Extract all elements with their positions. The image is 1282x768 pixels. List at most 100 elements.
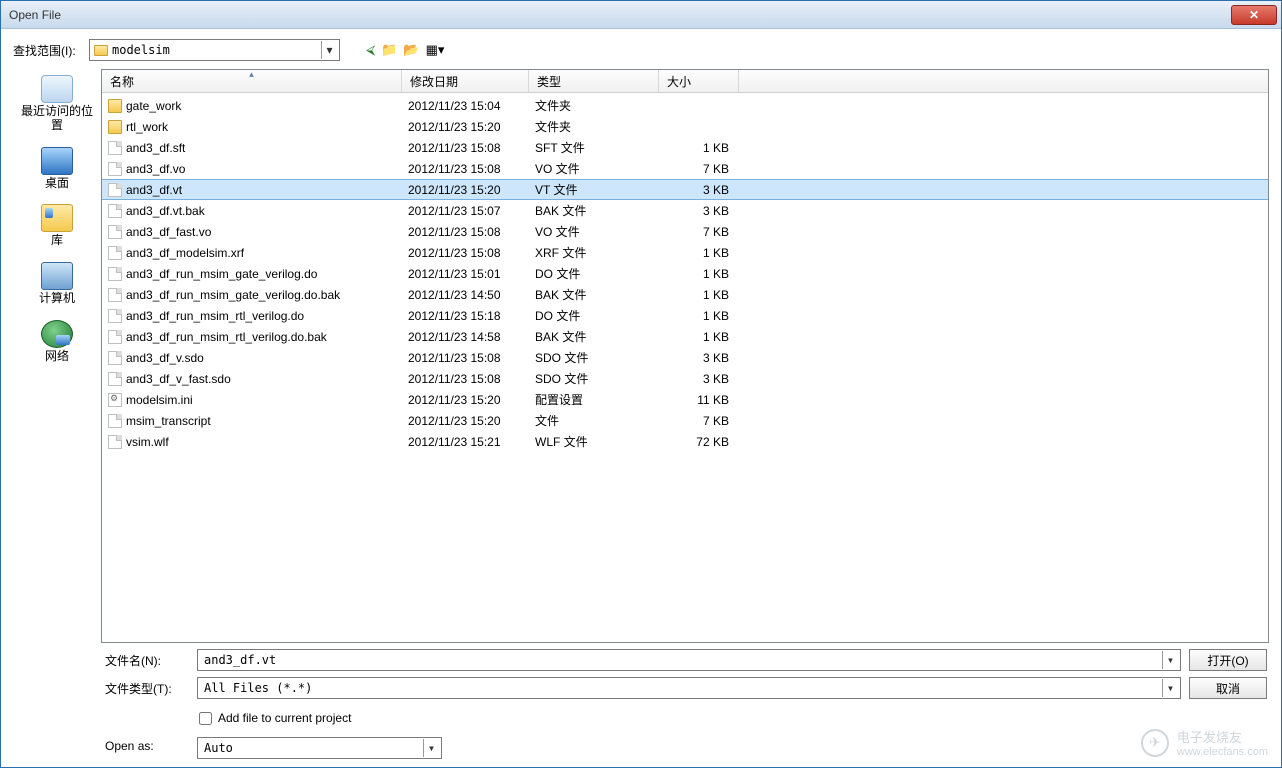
openas-label: Open as: <box>101 739 197 753</box>
place-label: 计算机 <box>21 292 93 306</box>
file-name: and3_df_fast.vo <box>126 225 211 239</box>
file-type: 文件 <box>535 412 665 429</box>
file-icon <box>108 288 122 302</box>
nav-toolbar: ⮘ 📁 📂 ▦▾ <box>366 42 444 58</box>
file-date: 2012/11/23 15:08 <box>408 246 535 260</box>
file-date: 2012/11/23 15:04 <box>408 99 535 113</box>
file-type: BAK 文件 <box>535 328 665 345</box>
filename-input[interactable]: and3_df.vt ▾ <box>197 649 1181 671</box>
file-size: 1 KB <box>665 141 741 155</box>
openas-select[interactable]: Auto ▾ <box>197 737 442 759</box>
cancel-button[interactable]: 取消 <box>1189 677 1267 699</box>
file-icon <box>108 309 122 323</box>
file-name: and3_df_v_fast.sdo <box>126 372 231 386</box>
file-icon <box>108 372 122 386</box>
file-row[interactable]: and3_df_run_msim_gate_verilog.do2012/11/… <box>102 263 1268 284</box>
chevron-down-icon[interactable]: ▾ <box>1162 679 1178 697</box>
place-computer[interactable]: 计算机 <box>21 262 93 306</box>
folder-icon <box>108 99 122 113</box>
add-to-project-checkbox[interactable] <box>199 712 212 725</box>
filetype-value: All Files (*.*) <box>204 681 1162 695</box>
file-date: 2012/11/23 14:50 <box>408 288 535 302</box>
file-row[interactable]: and3_df_run_msim_rtl_verilog.do.bak 2012/… <box>102 326 1268 347</box>
main-row: 最近访问的位置 桌面 库 计算机 网络 <box>13 69 1269 643</box>
file-row[interactable]: and3_df_run_msim_rtl_verilog.do2012/11/2… <box>102 305 1268 326</box>
file-size: 7 KB <box>665 162 741 176</box>
file-row[interactable]: gate_work2012/11/23 15:04文件夹 <box>102 95 1268 116</box>
file-name: and3_df.sft <box>126 141 185 155</box>
file-size: 1 KB <box>665 267 741 281</box>
file-type: BAK 文件 <box>535 286 665 303</box>
file-icon <box>108 267 122 281</box>
open-button[interactable]: 打开(O) <box>1189 649 1267 671</box>
file-name: and3_df_run_msim_gate_verilog.do.bak <box>126 288 340 302</box>
file-date: 2012/11/23 15:20 <box>408 183 535 197</box>
file-name: vsim.wlf <box>126 435 169 449</box>
file-date: 2012/11/23 15:20 <box>408 414 535 428</box>
file-row[interactable]: and3_df_fast.vo2012/11/23 15:08VO 文件7 KB <box>102 221 1268 242</box>
file-list[interactable]: gate_work2012/11/23 15:04文件夹rtl_work2012… <box>102 93 1268 642</box>
file-date: 2012/11/23 14:58 <box>408 330 535 344</box>
file-row[interactable]: rtl_work2012/11/23 15:20文件夹 <box>102 116 1268 137</box>
file-row[interactable]: and3_df_v.sdo2012/11/23 15:08SDO 文件3 KB <box>102 347 1268 368</box>
place-desktop[interactable]: 桌面 <box>21 147 93 191</box>
file-row[interactable]: vsim.wlf2012/11/23 15:21WLF 文件72 KB <box>102 431 1268 452</box>
file-type: SDO 文件 <box>535 349 665 366</box>
file-size: 3 KB <box>665 351 741 365</box>
place-label: 桌面 <box>21 177 93 191</box>
lookup-row: 查找范围(I): modelsim ▾ ⮘ 📁 📂 ▦▾ <box>13 39 1269 61</box>
file-row[interactable]: and3_df_run_msim_gate_verilog.do.bak 2012… <box>102 284 1268 305</box>
file-row[interactable]: modelsim.ini2012/11/23 15:20配置设置11 KB <box>102 389 1268 410</box>
place-libraries[interactable]: 库 <box>21 204 93 248</box>
column-header-name[interactable]: 名称 <box>102 70 402 92</box>
file-name: and3_df_run_msim_rtl_verilog.do.bak <box>126 330 327 344</box>
lookup-label: 查找范围(I): <box>13 42 83 59</box>
back-icon[interactable]: ⮘ <box>366 42 375 58</box>
file-size: 7 KB <box>665 225 741 239</box>
lookup-combo[interactable]: modelsim ▾ <box>89 39 340 61</box>
file-icon <box>108 435 122 449</box>
file-row[interactable]: and3_df.vo2012/11/23 15:08VO 文件7 KB <box>102 158 1268 179</box>
close-button[interactable]: ✕ <box>1231 5 1277 25</box>
folder-icon <box>94 45 108 56</box>
file-size: 7 KB <box>665 414 741 428</box>
chevron-down-icon[interactable]: ▾ <box>321 41 337 59</box>
column-header-size[interactable]: 大小 <box>659 70 739 92</box>
view-menu-icon[interactable]: ▦▾ <box>426 42 445 58</box>
file-row[interactable]: and3_df_modelsim.xrf2012/11/23 15:08XRF … <box>102 242 1268 263</box>
file-name: and3_df_modelsim.xrf <box>126 246 244 260</box>
ini-file-icon <box>108 393 122 407</box>
file-name: and3_df_v.sdo <box>126 351 204 365</box>
place-recent[interactable]: 最近访问的位置 <box>21 75 93 133</box>
chevron-down-icon[interactable]: ▾ <box>423 739 439 757</box>
file-row[interactable]: and3_df.vt2012/11/23 15:20VT 文件3 KB <box>102 179 1268 200</box>
file-size: 72 KB <box>665 435 741 449</box>
file-name: and3_df.vt.bak <box>126 204 205 218</box>
file-type: 配置设置 <box>535 391 665 408</box>
folder-icon <box>108 120 122 134</box>
new-folder-icon[interactable]: 📂 <box>403 42 419 58</box>
file-row[interactable]: and3_df_v_fast.sdo2012/11/23 15:08SDO 文件… <box>102 368 1268 389</box>
file-icon <box>108 351 122 365</box>
file-icon <box>108 204 122 218</box>
up-folder-icon[interactable]: 📁 <box>381 42 397 58</box>
column-header-date[interactable]: 修改日期 <box>402 70 529 92</box>
file-date: 2012/11/23 15:08 <box>408 225 535 239</box>
file-row[interactable]: and3_df.sft2012/11/23 15:08SFT 文件1 KB <box>102 137 1268 158</box>
file-row[interactable]: and3_df.vt.bak2012/11/23 15:07BAK 文件3 KB <box>102 200 1268 221</box>
desktop-icon <box>41 147 73 175</box>
titlebar[interactable]: Open File ✕ <box>1 1 1281 29</box>
file-date: 2012/11/23 15:08 <box>408 162 535 176</box>
chevron-down-icon[interactable]: ▾ <box>1162 651 1178 669</box>
network-icon <box>41 320 73 348</box>
filename-label: 文件名(N): <box>101 652 197 669</box>
libraries-icon <box>41 204 73 232</box>
file-name: modelsim.ini <box>126 393 193 407</box>
file-icon <box>108 330 122 344</box>
column-header-type[interactable]: 类型 <box>529 70 659 92</box>
place-network[interactable]: 网络 <box>21 320 93 364</box>
filetype-select[interactable]: All Files (*.*) ▾ <box>197 677 1181 699</box>
dialog-body: 查找范围(I): modelsim ▾ ⮘ 📁 📂 ▦▾ 最近访问的位置 <box>1 29 1281 767</box>
file-area: 名称 修改日期 类型 大小 gate_work2012/11/23 15:04文… <box>101 69 1269 643</box>
file-row[interactable]: msim_transcript2012/11/23 15:20文件7 KB <box>102 410 1268 431</box>
